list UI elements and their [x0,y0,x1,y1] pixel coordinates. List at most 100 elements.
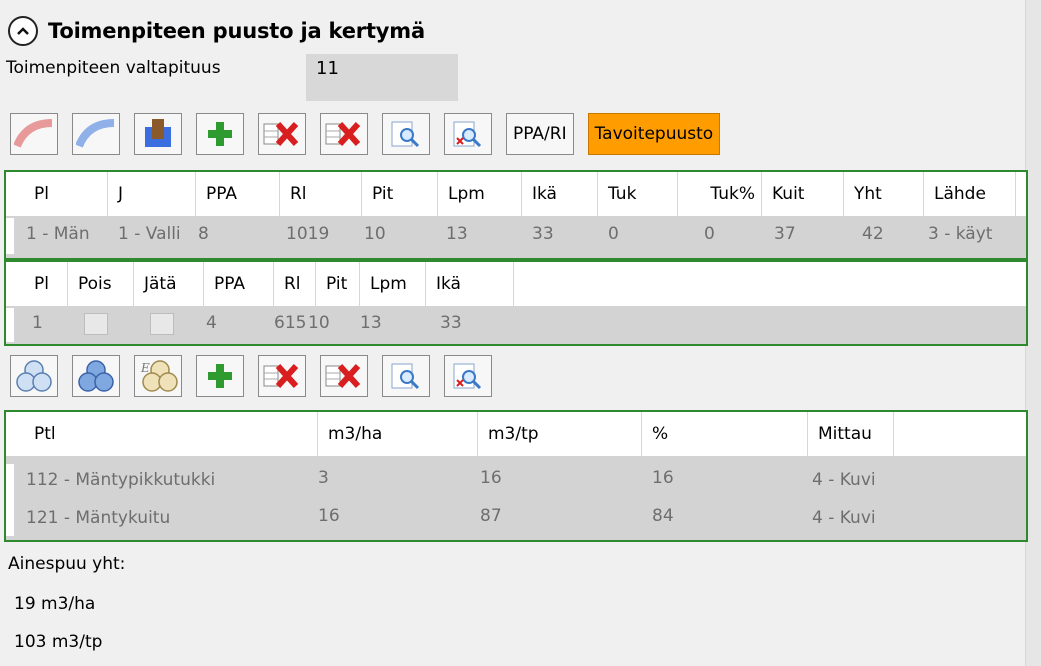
col-header-tuk[interactable]: Tuk [598,172,678,216]
cell-j: 1 - Valli [118,224,181,244]
cell-pit: 10 [308,313,330,333]
cell-lpm: 13 [446,224,468,244]
col-header-pl[interactable]: Pl [24,172,108,216]
tree-stand-button[interactable] [134,113,182,155]
col-header-mittau[interactable]: Mittau [808,412,894,456]
cell-pct: 84 [652,506,674,526]
section-title: Toimenpiteen puusto ja kertymä [48,19,425,43]
zoom-icon [391,363,420,390]
cell-ppa: 8 [198,224,209,244]
col-header-pit[interactable]: Pit [316,262,360,306]
delete-all-button[interactable] [320,355,368,397]
section-header: Toimenpiteen puusto ja kertymä [8,14,425,48]
cell-ika: 33 [440,313,462,333]
cell-kuit: 37 [774,224,796,244]
delete-row-icon [263,363,299,389]
row-selector[interactable] [6,500,14,536]
svg-text:E: E [140,361,150,375]
col-header-ika[interactable]: Ikä [522,172,598,216]
cell-ptl: 121 - Mäntykuitu [26,508,171,528]
col-header-jata[interactable]: Jätä [134,262,204,306]
col-header-ppa[interactable]: PPA [196,172,280,216]
zoom-remove-button[interactable] [444,355,492,397]
cell-m3tp: 87 [480,506,502,526]
col-header-kuit[interactable]: Kuit [762,172,844,216]
circles-button[interactable] [10,355,58,397]
cell-ptl: 112 - Mäntypikkutukki [26,470,216,490]
zoom-remove-icon [453,121,482,148]
cell-pois [74,310,124,335]
table-row[interactable]: 112 - Mäntypikkutukki 3 16 16 4 - Kuvi [6,464,1026,500]
zoom-button[interactable] [382,113,430,155]
cell-m3ha: 3 [318,468,329,488]
col-header-m3ha[interactable]: m3/ha [318,412,478,456]
ainespuu-per-tp: 103 m3/tp [14,632,103,652]
cell-pit: 10 [364,224,386,244]
cell-m3ha: 16 [318,506,340,526]
puusto-grid-header: Pl J PPA Rl Pit Lpm Ikä Tuk Tuk% Kuit Yh… [6,172,1026,216]
col-header-pois[interactable]: Pois [68,262,134,306]
ainespuu-label: Ainespuu yht: [8,554,126,574]
circles-icon [16,360,52,392]
col-header-pit[interactable]: Pit [362,172,438,216]
col-header-ika[interactable]: Ikä [426,262,514,306]
zoom-remove-button[interactable] [444,113,492,155]
toolbar-puusto: PPA/RI Tavoitepuusto [10,110,734,158]
table-row[interactable]: 1 4 615 10 13 33 [6,308,1026,342]
col-header-lpm[interactable]: Lpm [360,262,426,306]
delete-all-icon [325,363,361,389]
tree-stand-icon [145,119,171,147]
circles-edit-button[interactable]: E [134,355,182,397]
col-header-tuk-pct[interactable]: Tuk% [678,172,762,216]
delete-row-button[interactable] [258,113,306,155]
cell-rl: 1019 [286,224,330,244]
poistuma-grid-header: Pl Pois Jätä PPA Rl Pit Lpm Ikä [6,262,1026,306]
row-selector[interactable] [6,464,14,500]
cell-pl: 1 [32,313,43,333]
tavoitepuusto-button[interactable]: Tavoitepuusto [587,113,721,155]
col-header-ppa[interactable]: PPA [204,262,274,306]
col-header-lpm[interactable]: Lpm [438,172,522,216]
jata-checkbox[interactable] [150,313,174,335]
col-header-ptl[interactable]: Ptl [24,412,318,456]
pois-checkbox[interactable] [84,313,108,335]
blue-curve-icon [76,119,115,148]
col-header-rl[interactable]: Rl [280,172,362,216]
cell-mittau: 4 - Kuvi [812,470,876,490]
cell-tuk: 0 [608,224,619,244]
collapse-button[interactable] [8,16,38,46]
delete-row-button[interactable] [258,355,306,397]
add-button[interactable] [196,113,244,155]
ppa-ri-button[interactable]: PPA/RI [506,113,574,155]
row-selector[interactable] [6,308,14,342]
cell-jata [140,310,190,335]
zoom-button[interactable] [382,355,430,397]
delete-all-icon [325,121,361,147]
cell-tuk-pct: 0 [704,224,715,244]
col-header-lahde[interactable]: Lähde [924,172,1016,216]
delete-all-button[interactable] [320,113,368,155]
poistuma-grid: Pl Pois Jätä PPA Rl Pit Lpm Ikä 1 4 615 … [4,260,1028,346]
col-header-pct[interactable]: % [642,412,808,456]
toolbar-kertyma: E [10,352,506,400]
col-header-j[interactable]: J [108,172,196,216]
cell-mittau: 4 - Kuvi [812,508,876,528]
cell-lpm: 13 [360,313,382,333]
cell-lahde: 3 - käyt [928,224,993,244]
cell-m3tp: 16 [480,468,502,488]
add-button[interactable] [196,355,244,397]
col-header-pl[interactable]: Pl [24,262,68,306]
circles-blue-button[interactable] [72,355,120,397]
red-curve-button[interactable] [10,113,58,155]
cell-pct: 16 [652,468,674,488]
col-header-yht[interactable]: Yht [844,172,924,216]
row-selector[interactable] [6,218,14,254]
table-row[interactable]: 121 - Mäntykuitu 16 87 84 4 - Kuvi [6,500,1026,536]
kertyma-grid-header: Ptl m3/ha m3/tp % Mittau [6,412,1026,456]
cell-ika: 33 [532,224,554,244]
col-header-rl[interactable]: Rl [274,262,316,306]
valtapituus-field[interactable]: 11 [306,54,458,101]
table-row[interactable]: 1 - Män 1 - Valli 8 1019 10 13 33 0 0 37… [6,218,1026,254]
blue-curve-button[interactable] [72,113,120,155]
col-header-m3tp[interactable]: m3/tp [478,412,642,456]
